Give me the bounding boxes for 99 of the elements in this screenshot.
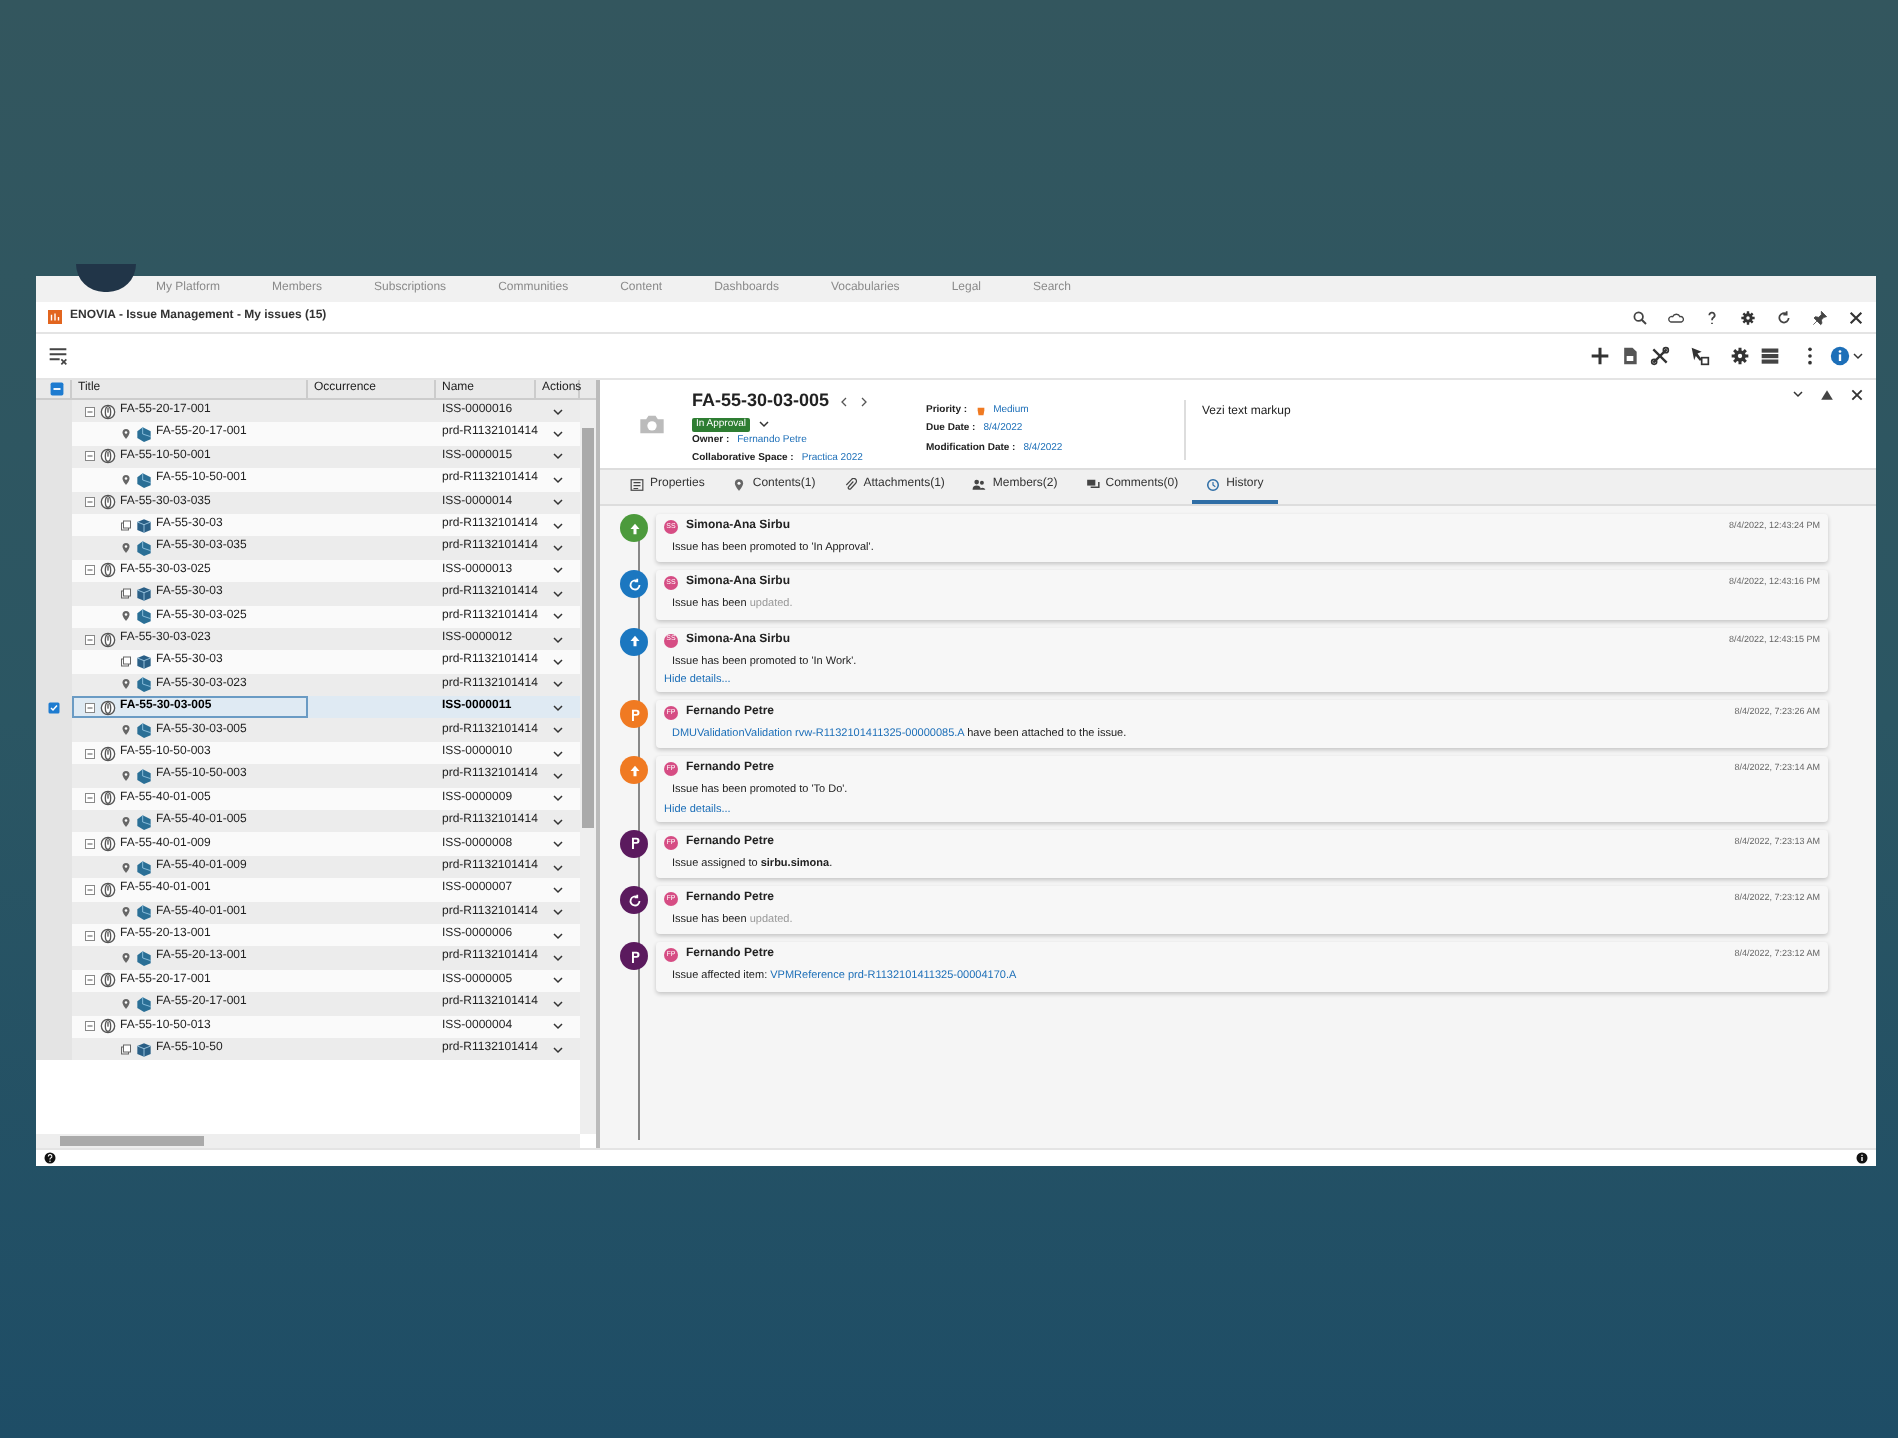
help-icon[interactable]	[1704, 309, 1720, 325]
location-pin-icon	[120, 952, 132, 965]
issue-icon	[100, 790, 116, 807]
document-icon[interactable]	[1620, 346, 1640, 366]
collapse-icon[interactable]	[84, 701, 96, 714]
settings-icon[interactable]	[1740, 309, 1756, 325]
collapse-icon[interactable]	[84, 747, 96, 760]
location-pin-icon	[120, 724, 132, 737]
history-icon	[1206, 478, 1221, 492]
location-pin-icon	[120, 906, 132, 919]
settings-icon[interactable]	[1730, 346, 1750, 366]
location-pin-icon	[120, 815, 132, 828]
collapse-icon[interactable]	[84, 929, 96, 942]
cloud-icon[interactable]	[1668, 309, 1684, 325]
previous-icon[interactable]	[837, 395, 850, 408]
pin-icon[interactable]	[1812, 309, 1828, 325]
help-icon[interactable]	[44, 1152, 56, 1164]
issue-icon	[100, 836, 116, 853]
issue-icon	[100, 1018, 116, 1035]
issue-icon	[100, 562, 116, 579]
up-arrow-icon	[625, 519, 643, 537]
collapse-icon[interactable]	[84, 974, 96, 987]
close-icon[interactable]	[1848, 309, 1864, 325]
part-icon	[136, 608, 152, 625]
scrollbar[interactable]	[580, 400, 596, 1134]
paperclip-icon	[843, 478, 858, 492]
location-pin-icon	[120, 861, 132, 873]
scrollbar-thumb[interactable]	[60, 1136, 204, 1146]
tools-icon[interactable]	[1650, 346, 1670, 366]
table-icon[interactable]	[1760, 346, 1780, 366]
collapse-icon[interactable]	[84, 883, 96, 896]
cursor-select-icon[interactable]	[1690, 346, 1710, 366]
comments-icon	[1085, 478, 1100, 492]
product-icon	[136, 1041, 152, 1058]
caret-icon[interactable]	[1852, 350, 1864, 362]
people-icon	[972, 478, 987, 492]
close-icon[interactable]	[1850, 388, 1864, 402]
instance-icon	[120, 587, 132, 600]
location-pin-icon	[120, 678, 132, 691]
collapse-icon[interactable]	[84, 496, 96, 509]
part-icon	[136, 540, 152, 557]
part-icon	[136, 995, 152, 1012]
row-checkbox[interactable]	[48, 701, 60, 714]
location-pin-icon	[120, 473, 132, 486]
location-pin-icon	[120, 428, 132, 441]
add-icon[interactable]	[1590, 346, 1610, 366]
collapse-icon[interactable]	[84, 1020, 96, 1033]
location-pin-icon	[120, 610, 132, 623]
up-arrow-icon	[625, 761, 643, 780]
product-icon	[136, 653, 152, 670]
issue-title: FA-55-30-03-005	[692, 388, 830, 414]
instance-icon	[120, 1043, 132, 1056]
scrollbar-thumb[interactable]	[582, 428, 594, 828]
collapse-caret-icon[interactable]	[1792, 388, 1804, 400]
horizontal-scrollbar[interactable]	[36, 1134, 580, 1148]
collapse-icon[interactable]	[84, 838, 96, 851]
properties-icon	[630, 478, 644, 492]
collapse-icon[interactable]	[84, 792, 96, 805]
maximize-icon[interactable]	[1820, 388, 1834, 402]
part-icon	[136, 426, 152, 443]
collapse-icon[interactable]	[84, 450, 96, 463]
issue-icon	[100, 745, 116, 762]
product-icon	[136, 517, 152, 534]
part-icon	[136, 471, 152, 488]
issue-icon	[100, 699, 116, 716]
priority-icon	[975, 406, 986, 416]
camera-icon	[638, 410, 666, 438]
refresh-icon[interactable]	[1776, 309, 1792, 325]
issue-icon	[100, 927, 116, 944]
next-icon[interactable]	[857, 395, 870, 408]
location-pin-icon	[120, 542, 132, 555]
up-arrow-icon	[625, 632, 643, 650]
part-icon	[136, 904, 152, 921]
part-icon	[136, 722, 152, 739]
part-icon	[136, 676, 152, 693]
search-icon[interactable]	[1632, 309, 1648, 325]
location-pin-icon	[732, 478, 747, 492]
collapse-icon[interactable]	[84, 405, 96, 418]
part-icon	[136, 767, 152, 784]
instance-icon	[120, 519, 132, 532]
refresh-icon	[625, 891, 643, 909]
collapse-icon[interactable]	[84, 564, 96, 577]
product-icon	[136, 585, 152, 602]
info-icon[interactable]	[1856, 1152, 1868, 1164]
collapse-icon[interactable]	[84, 633, 96, 646]
caret-icon[interactable]	[758, 418, 771, 431]
refresh-icon	[625, 575, 643, 594]
select-all-checkbox[interactable]	[49, 382, 63, 396]
location-pin-icon	[120, 997, 132, 1010]
part-icon	[136, 859, 152, 875]
app-icon	[48, 310, 62, 324]
part-icon	[136, 813, 152, 830]
instance-icon	[120, 655, 132, 668]
location-pin-icon	[120, 769, 132, 782]
platform-logo[interactable]	[76, 264, 136, 292]
part-icon	[136, 950, 152, 967]
issue-icon	[100, 972, 116, 989]
list-settings-icon[interactable]	[48, 346, 68, 366]
issue-icon	[100, 881, 116, 898]
